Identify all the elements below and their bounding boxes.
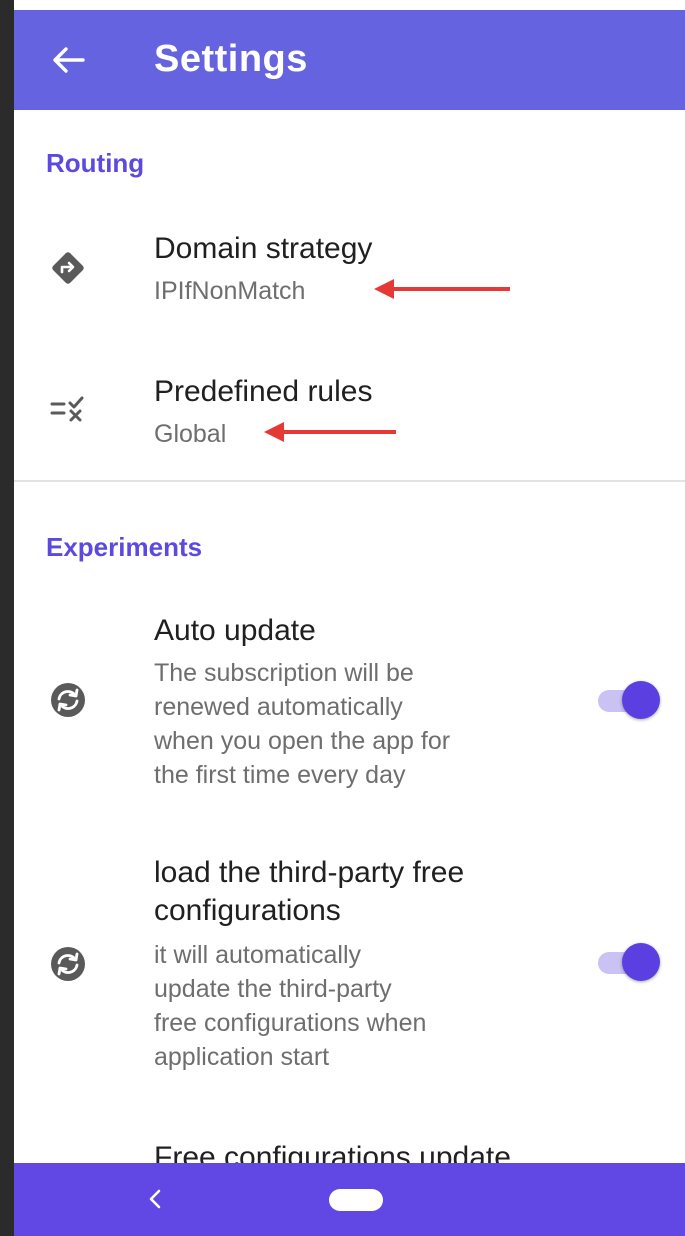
pref-title: Domain strategy (154, 232, 373, 265)
nav-back-button[interactable] (140, 1181, 170, 1217)
rule-list-icon (44, 385, 92, 433)
pref-summary: it will automatically update the third-p… (154, 938, 426, 1074)
pref-title: Free configurations update (154, 1141, 511, 1163)
summary-line: update the third-party (154, 975, 392, 1003)
section-header-experiments: Experiments (46, 532, 203, 562)
pref-predefined-rules[interactable]: Predefined rules Global (14, 355, 685, 475)
summary-line: it will automatically (154, 941, 362, 969)
chevron-left-icon (149, 1189, 161, 1209)
pref-summary: Global (154, 420, 227, 448)
directions-diamond-icon (44, 244, 92, 292)
sync-icon (44, 676, 92, 724)
page-title: Settings (154, 38, 308, 80)
annotation-arrow-icon (374, 279, 510, 299)
device-screen: Settings Routing Domain strategy IPIfNon… (14, 0, 685, 1236)
app-bar: Settings (14, 10, 685, 110)
summary-line: renewed automatically (154, 693, 403, 721)
switch-thumb (622, 943, 660, 981)
summary-line: free configurations when (154, 1009, 427, 1037)
title-line: configurations (154, 894, 341, 927)
pref-summary: IPIfNonMatch (154, 277, 306, 305)
section-header-routing: Routing (46, 148, 145, 178)
switch-thumb (622, 681, 660, 719)
pref-auto-update[interactable]: Auto update The subscription will be ren… (14, 610, 685, 805)
back-button[interactable] (48, 40, 88, 80)
system-nav-bar (14, 1163, 685, 1236)
summary-line: application start (154, 1043, 330, 1071)
pref-title: load the third-party free configurations (154, 854, 464, 930)
title-line: load the third-party free (154, 856, 465, 889)
pref-free-config-update[interactable]: Free configurations update (14, 1135, 685, 1163)
section-divider (14, 480, 685, 482)
pref-domain-strategy[interactable]: Domain strategy IPIfNonMatch (14, 210, 685, 330)
home-pill-icon[interactable] (329, 1189, 383, 1211)
sync-icon (44, 940, 92, 988)
pref-title: Auto update (154, 614, 316, 647)
summary-line: when you open the app for (154, 727, 451, 755)
auto-update-switch[interactable] (596, 680, 662, 720)
third-party-configs-switch[interactable] (596, 942, 662, 982)
summary-line: the first time every day (154, 761, 406, 789)
settings-list[interactable]: Routing Domain strategy IPIfNonMatch Pre… (14, 110, 685, 1163)
pref-title: Predefined rules (154, 375, 373, 408)
arrow-left-icon (53, 47, 85, 73)
pref-third-party-free-configs[interactable]: load the third-party free configurations… (14, 852, 685, 1092)
pref-summary: The subscription will be renewed automat… (154, 656, 450, 792)
annotation-arrow-icon (264, 422, 396, 442)
summary-line: The subscription will be (154, 659, 414, 687)
